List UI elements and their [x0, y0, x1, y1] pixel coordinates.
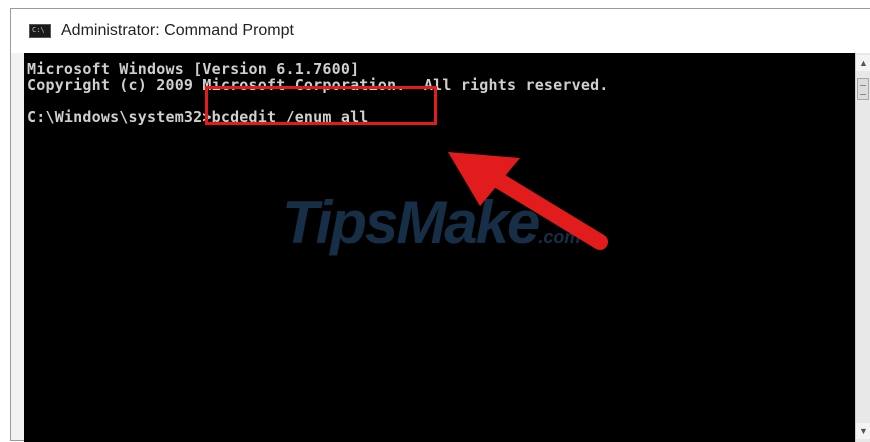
scroll-up-icon[interactable]: ▲	[856, 55, 870, 71]
scroll-thumb[interactable]	[857, 78, 869, 100]
console-line: Microsoft Windows [Version 6.1.7600]	[27, 60, 360, 78]
vertical-scrollbar[interactable]: ▲ ▼	[855, 53, 870, 442]
scroll-down-icon[interactable]: ▼	[856, 423, 870, 439]
window-title: Administrator: Command Prompt	[61, 22, 294, 39]
red-arrow-icon	[448, 152, 608, 250]
title-bar[interactable]: C:\ Administrator: Command Prompt	[11, 9, 870, 53]
command-highlight-box	[205, 86, 437, 125]
cmd-icon: C:\	[29, 24, 51, 38]
